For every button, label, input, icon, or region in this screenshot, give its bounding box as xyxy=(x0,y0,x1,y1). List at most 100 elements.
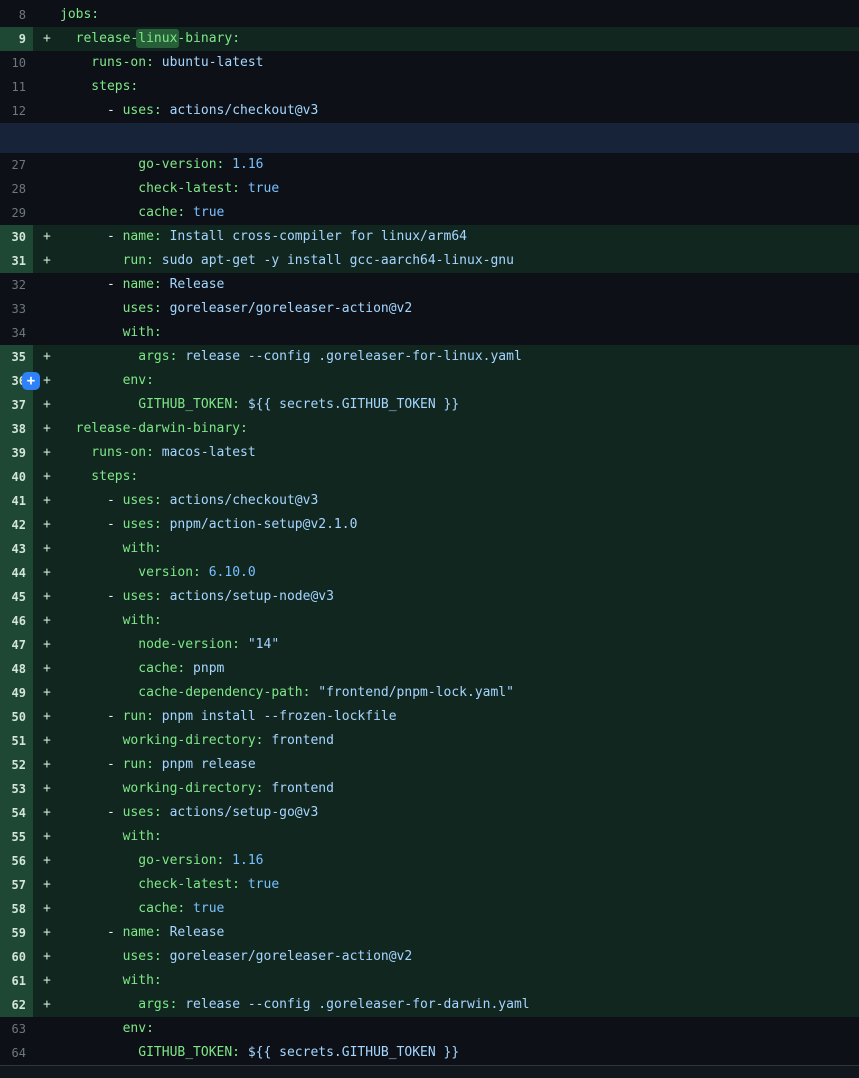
line-number[interactable]: 53 xyxy=(0,777,33,801)
diff-line-55: 55+with: xyxy=(0,825,859,849)
diff-line-48: 48+cache: pnpm xyxy=(0,657,859,681)
diff-line-29: 29 cache: true xyxy=(0,201,859,225)
diff-line-51: 51+working-directory: frontend xyxy=(0,729,859,753)
diff-line-8: 8 jobs: xyxy=(0,3,859,27)
line-number[interactable]: 12 xyxy=(0,99,33,123)
line-number[interactable]: 40 xyxy=(0,465,33,489)
code-text: cache: true xyxy=(60,201,224,225)
line-number[interactable]: 32 xyxy=(0,273,33,297)
line-number[interactable]: 30 xyxy=(0,225,33,249)
line-number[interactable]: 61 xyxy=(0,969,33,993)
line-number[interactable]: 35 xyxy=(0,345,33,369)
diff-line-30: 30+- name: Install cross-compiler for li… xyxy=(0,225,859,249)
line-number[interactable]: 48 xyxy=(0,657,33,681)
line-number[interactable]: 44 xyxy=(0,561,33,585)
line-number[interactable]: 9 xyxy=(0,27,33,51)
line-number[interactable]: 8 xyxy=(0,3,33,27)
line-number[interactable]: 59 xyxy=(0,921,33,945)
diff-marker: + xyxy=(33,417,60,441)
diff-line-36: 36+env:+ xyxy=(0,369,859,393)
diff-marker: + xyxy=(33,513,60,537)
line-number[interactable]: 50 xyxy=(0,705,33,729)
code-text: - name: Release xyxy=(60,921,224,945)
line-number[interactable]: 39 xyxy=(0,441,33,465)
diff-marker: + xyxy=(33,873,60,897)
diff-line-54: 54+- uses: actions/setup-go@v3 xyxy=(0,801,859,825)
diff-line-61: 61+with: xyxy=(0,969,859,993)
diff-line-39: 39+runs-on: macos-latest xyxy=(0,441,859,465)
diff-line-56: 56+go-version: 1.16 xyxy=(0,849,859,873)
diff-line-37: 37+GITHUB_TOKEN: ${{ secrets.GITHUB_TOKE… xyxy=(0,393,859,417)
line-number[interactable]: 49 xyxy=(0,681,33,705)
code-text: - name: Install cross-compiler for linux… xyxy=(60,225,467,249)
diff-marker: + xyxy=(33,561,60,585)
diff-line-11: 11 steps: xyxy=(0,75,859,99)
code-text: runs-on: macos-latest xyxy=(60,441,256,465)
code-text: release-darwin-binary: xyxy=(60,417,248,441)
code-text: runs-on: ubuntu-latest xyxy=(60,51,264,75)
code-text: - uses: actions/checkout@v3 xyxy=(60,489,318,513)
diff-marker: + xyxy=(33,945,60,969)
line-number[interactable]: 41 xyxy=(0,489,33,513)
line-number[interactable]: 45 xyxy=(0,585,33,609)
code-text: working-directory: frontend xyxy=(60,777,334,801)
line-number[interactable]: 60 xyxy=(0,945,33,969)
line-number[interactable]: 34 xyxy=(0,321,33,345)
line-number[interactable]: 38 xyxy=(0,417,33,441)
line-number[interactable]: 57 xyxy=(0,873,33,897)
file-footer-strip xyxy=(0,1065,859,1078)
diff-marker: + xyxy=(33,345,60,369)
expand-hidden-lines-row[interactable] xyxy=(0,123,859,153)
line-number[interactable]: 42 xyxy=(0,513,33,537)
diff-marker: + xyxy=(33,225,60,249)
diff-line-58: 58+cache: true xyxy=(0,897,859,921)
line-number[interactable]: 31 xyxy=(0,249,33,273)
line-number[interactable]: 56 xyxy=(0,849,33,873)
line-number[interactable]: 33 xyxy=(0,297,33,321)
code-text: cache-dependency-path: "frontend/pnpm-lo… xyxy=(60,681,514,705)
code-text: version: 6.10.0 xyxy=(60,561,256,585)
code-text: steps: xyxy=(60,75,138,99)
line-number[interactable]: 37 xyxy=(0,393,33,417)
diff-line-27: 27go-version: 1.16 xyxy=(0,153,859,177)
line-number[interactable]: 52 xyxy=(0,753,33,777)
line-number[interactable]: 55 xyxy=(0,825,33,849)
code-text: uses: goreleaser/goreleaser-action@v2 xyxy=(60,945,412,969)
line-number[interactable]: 10 xyxy=(0,51,33,75)
code-text: - uses: actions/checkout@v3 xyxy=(60,99,318,123)
line-number[interactable]: 27 xyxy=(0,153,33,177)
diff-marker: + xyxy=(33,27,60,51)
line-number[interactable]: 28 xyxy=(0,177,33,201)
diff-marker: + xyxy=(33,753,60,777)
code-text: args: release --config .goreleaser-for-l… xyxy=(60,345,522,369)
line-number[interactable]: 63 xyxy=(0,1017,33,1041)
diff-viewer: 8jobs:9+release-linux-binary:10runs-on: … xyxy=(0,0,859,1078)
line-number[interactable]: 29 xyxy=(0,201,33,225)
line-number[interactable]: 11 xyxy=(0,75,33,99)
code-text: - name: Release xyxy=(60,273,224,297)
diff-line-59: 59+- name: Release xyxy=(0,921,859,945)
diff-line-49: 49+cache-dependency-path: "frontend/pnpm… xyxy=(0,681,859,705)
line-number[interactable]: 64 xyxy=(0,1041,33,1065)
line-number[interactable]: 46 xyxy=(0,609,33,633)
code-text: with: xyxy=(60,321,162,345)
line-number[interactable]: 58 xyxy=(0,897,33,921)
code-text: - uses: actions/setup-node@v3 xyxy=(60,585,334,609)
code-text: cache: true xyxy=(60,897,224,921)
line-number[interactable]: 43 xyxy=(0,537,33,561)
diff-marker: + xyxy=(33,777,60,801)
line-number[interactable]: 47 xyxy=(0,633,33,657)
code-text: - uses: actions/setup-go@v3 xyxy=(60,801,318,825)
diff-line-31: 31+run: sudo apt-get -y install gcc-aarc… xyxy=(0,249,859,273)
code-text: check-latest: true xyxy=(60,177,279,201)
line-number[interactable]: 62 xyxy=(0,993,33,1017)
line-number[interactable]: 51 xyxy=(0,729,33,753)
code-text: with: xyxy=(60,609,162,633)
diff-marker: + xyxy=(33,441,60,465)
code-text: run: sudo apt-get -y install gcc-aarch64… xyxy=(60,249,514,273)
code-text: cache: pnpm xyxy=(60,657,224,681)
line-number[interactable]: 54 xyxy=(0,801,33,825)
code-text: jobs: xyxy=(60,3,99,27)
diff-line-42: 42+- uses: pnpm/action-setup@v2.1.0 xyxy=(0,513,859,537)
add-line-comment-button[interactable]: + xyxy=(22,372,40,390)
